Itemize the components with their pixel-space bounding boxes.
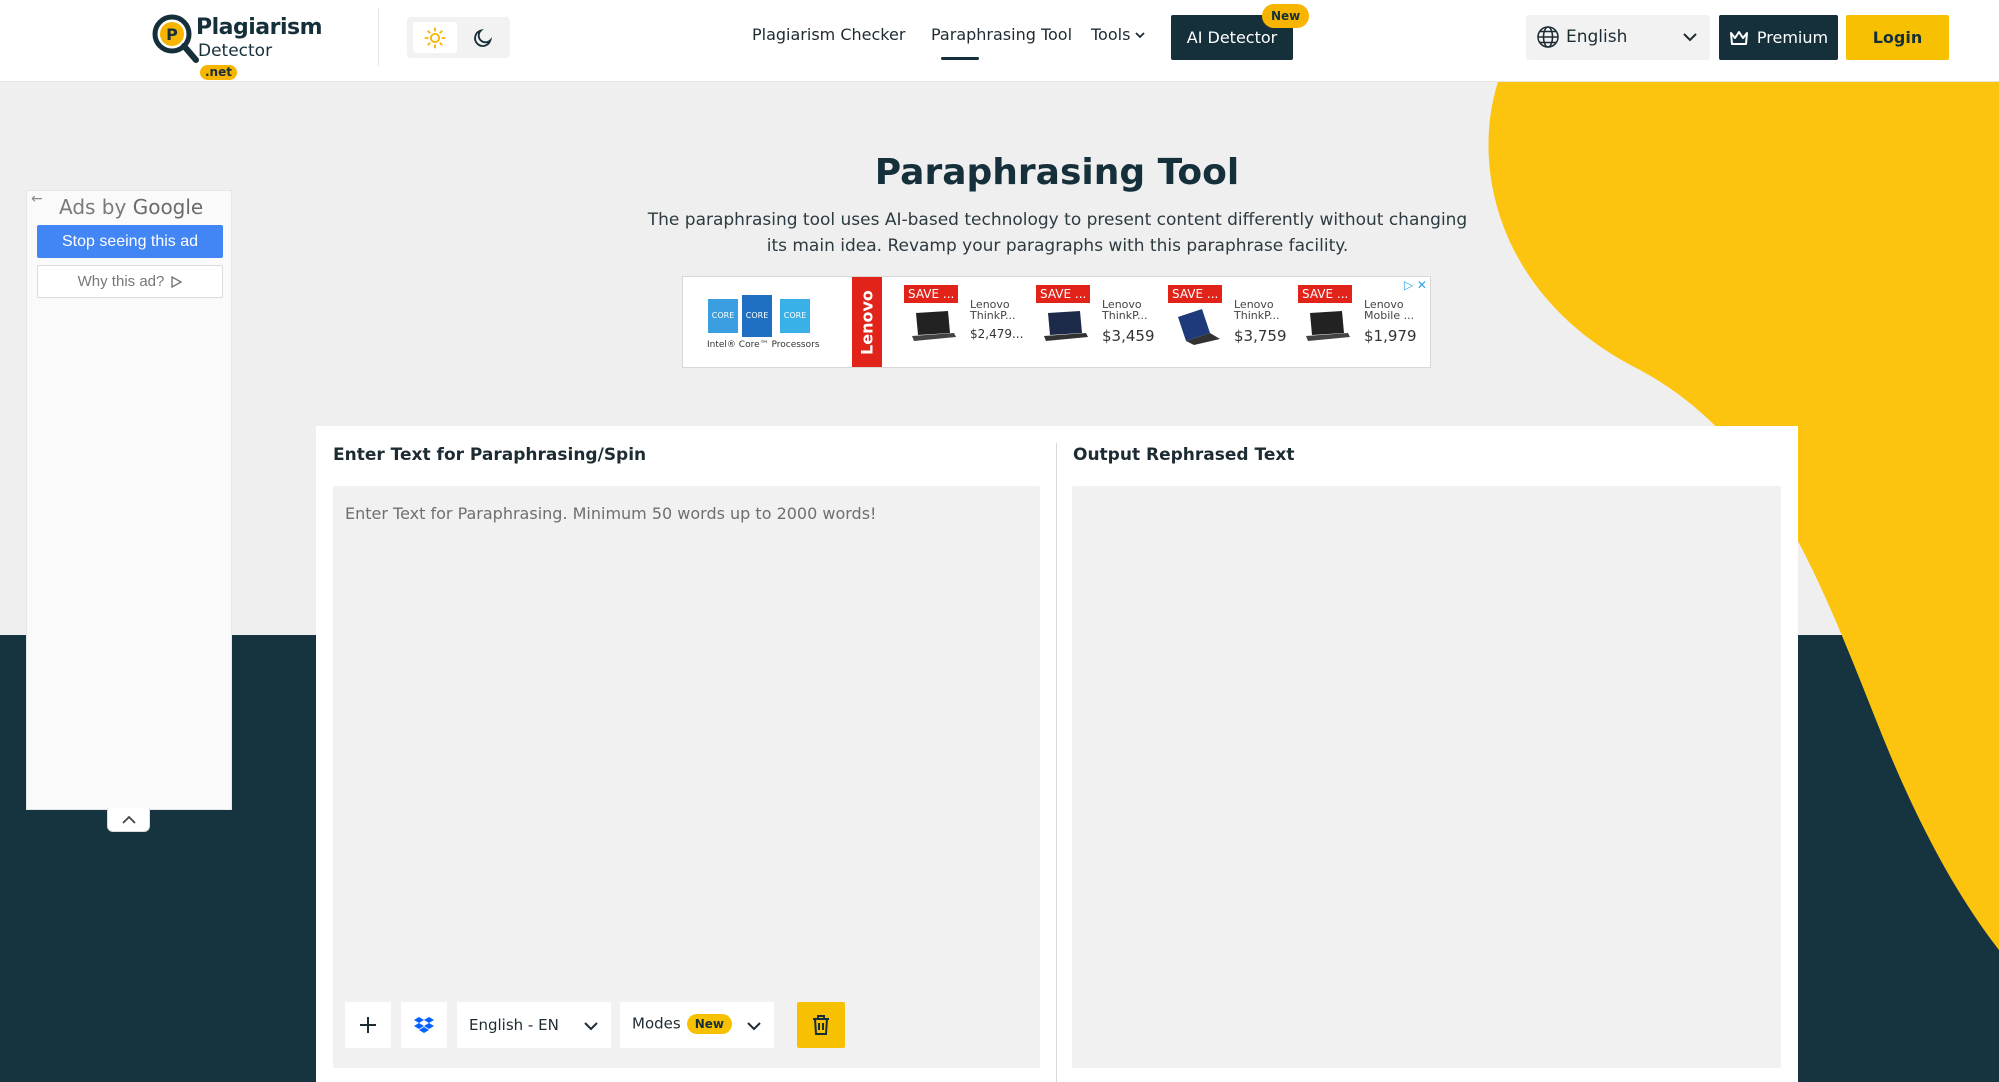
modes-new-badge: New xyxy=(686,1014,732,1034)
premium-label: Premium xyxy=(1756,28,1829,47)
ad-product[interactable]: SAVE ... Lenovo ThinkP... $3,759 xyxy=(1168,285,1298,361)
product-price: $3,759 xyxy=(1234,327,1287,345)
output-label: Output Rephrased Text xyxy=(1073,445,1295,465)
nav-active-indicator xyxy=(941,57,979,60)
svg-text:P: P xyxy=(166,25,178,44)
clear-text-button[interactable] xyxy=(797,1002,845,1048)
save-tag: SAVE ... xyxy=(904,285,959,303)
ad-product[interactable]: SAVE ... Lenovo Mobile ... $1,979 xyxy=(1298,285,1428,361)
product-price: $3,459 xyxy=(1102,327,1155,345)
ads-by-google: Ads by Google xyxy=(59,195,204,219)
dropbox-button[interactable] xyxy=(401,1002,447,1048)
paraphrase-input[interactable] xyxy=(333,486,1040,996)
globe-icon xyxy=(1537,26,1559,48)
stop-seeing-ad-button[interactable]: Stop seeing this ad xyxy=(37,225,223,258)
nav-tools-label: Tools xyxy=(1091,25,1131,44)
save-tag: SAVE ... xyxy=(1168,285,1223,303)
why-this-ad-button[interactable]: Why this ad? xyxy=(37,265,223,298)
dropbox-icon xyxy=(414,1017,434,1033)
crown-icon xyxy=(1729,30,1748,45)
ad-product[interactable]: SAVE ... Lenovo ThinkP... $3,459 xyxy=(1036,285,1166,361)
chevron-down-icon xyxy=(1683,33,1697,42)
laptop-image xyxy=(1044,311,1088,341)
page-title: Paraphrasing Tool xyxy=(874,152,1240,193)
nav-paraphrasing-tool[interactable]: Paraphrasing Tool xyxy=(931,25,1072,44)
product-price: $1,979 xyxy=(1364,327,1417,345)
output-panel xyxy=(1072,486,1781,1068)
light-mode-button[interactable] xyxy=(413,22,457,53)
intel-core-logos: CORE CORE CORE xyxy=(708,295,810,337)
chevron-down-icon xyxy=(747,1022,761,1031)
paraphrase-card: Enter Text for Paraphrasing/Spin Output … xyxy=(316,426,1798,1082)
product-name: Lenovo ThinkP... xyxy=(1234,298,1280,322)
language-value: English xyxy=(1566,27,1628,47)
chevron-up-icon xyxy=(121,815,136,824)
trash-icon xyxy=(813,1015,829,1035)
moon-icon xyxy=(474,28,493,47)
site-logo[interactable]: P Plagiarism Detector.net xyxy=(150,12,323,80)
laptop-image xyxy=(1306,311,1350,341)
logo-tld: .net xyxy=(200,65,237,80)
language-dropdown-value: English - EN xyxy=(469,1016,559,1034)
dark-mode-button[interactable] xyxy=(461,22,505,53)
product-name: Lenovo ThinkP... xyxy=(970,298,1016,322)
intel-caption: Intel® Core™ Processors xyxy=(707,340,820,350)
laptop-image xyxy=(912,311,956,341)
new-badge: New xyxy=(1262,4,1310,28)
theme-toggle xyxy=(407,17,510,58)
side-ad-panel: ← Ads by Google Stop seeing this ad Why … xyxy=(26,190,232,810)
collapse-ad-button[interactable] xyxy=(107,808,150,832)
language-select[interactable]: English xyxy=(1526,15,1710,60)
adchoices-icon xyxy=(171,275,183,288)
product-name: Lenovo Mobile ... xyxy=(1364,298,1415,322)
ad-product[interactable]: SAVE ... Lenovo ThinkP... $2,479... xyxy=(904,285,1034,361)
product-price: $2,479... xyxy=(970,327,1024,341)
lenovo-logo: Lenovo xyxy=(852,277,882,367)
premium-button[interactable]: Premium xyxy=(1719,15,1838,60)
why-this-ad-label: Why this ad? xyxy=(77,273,165,290)
input-label: Enter Text for Paraphrasing/Spin xyxy=(333,445,647,465)
logo-title: Plagiarism xyxy=(196,15,323,40)
header-divider xyxy=(378,8,379,66)
modes-dropdown[interactable]: Modes New xyxy=(620,1002,774,1048)
add-file-button[interactable] xyxy=(345,1002,391,1048)
nav-tools-dropdown[interactable]: Tools xyxy=(1091,25,1146,44)
ad-close-icon[interactable]: ▷ ✕ xyxy=(1404,278,1427,292)
chevron-down-icon xyxy=(584,1022,598,1031)
login-button[interactable]: Login xyxy=(1846,15,1949,60)
banner-ad[interactable]: CORE CORE CORE Intel® Core™ Processors L… xyxy=(682,276,1431,368)
laptop-image xyxy=(1178,309,1220,345)
sun-icon xyxy=(424,26,446,49)
product-name: Lenovo ThinkP... xyxy=(1102,298,1148,322)
column-divider xyxy=(1056,443,1057,1082)
modes-label: Modes New xyxy=(632,1014,732,1034)
back-arrow-icon[interactable]: ← xyxy=(31,191,43,207)
save-tag: SAVE ... xyxy=(1036,285,1091,303)
language-dropdown[interactable]: English - EN xyxy=(457,1002,611,1048)
nav-plagiarism-checker[interactable]: Plagiarism Checker xyxy=(752,25,905,44)
chevron-down-icon xyxy=(1135,31,1146,38)
magnifier-logo-icon: P xyxy=(152,14,199,63)
input-panel: English - EN ModesNew xyxy=(333,486,1040,1068)
page-description: The paraphrasing tool uses AI-based tech… xyxy=(647,210,1468,256)
save-tag: SAVE ... xyxy=(1298,285,1353,303)
plus-icon xyxy=(360,1017,376,1033)
top-header: P Plagiarism Detector.net Plagiarism Che… xyxy=(0,0,1999,82)
logo-subtitle: Detector.net xyxy=(198,41,273,80)
